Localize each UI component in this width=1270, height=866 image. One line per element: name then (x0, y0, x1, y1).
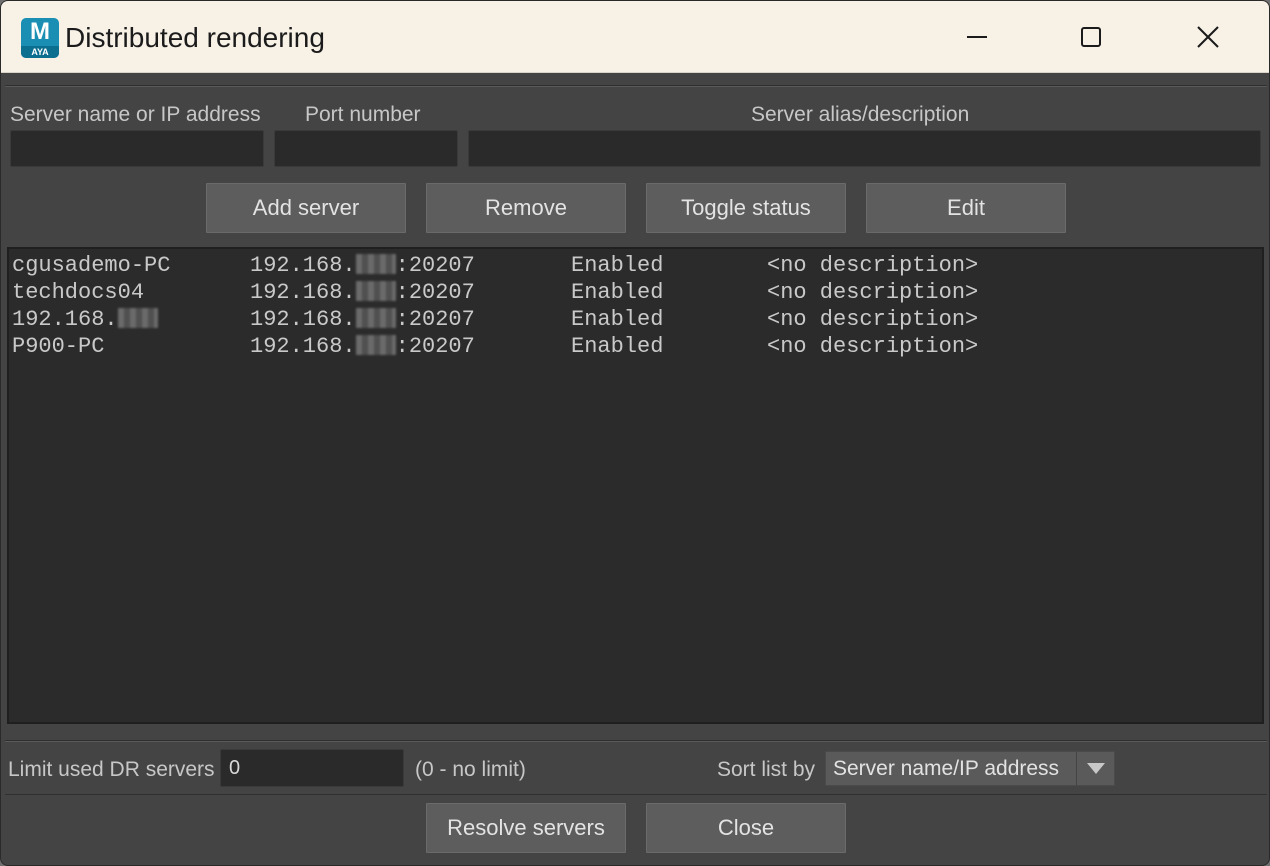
app-icon-sub: AYA (21, 46, 59, 58)
close-icon (1197, 26, 1219, 48)
distributed-rendering-window: M AYA Distributed rendering Server name … (0, 0, 1270, 866)
redacted-ip (355, 254, 396, 274)
sort-selected-value: Server name/IP address (833, 757, 1060, 780)
redacted-ip (355, 335, 396, 355)
server-address: 192.168. :20207 (250, 279, 475, 306)
server-address: 192.168. :20207 (250, 252, 475, 279)
minimize-button[interactable] (949, 11, 1005, 63)
ip-prefix: 192.168. (250, 280, 356, 305)
port: :20207 (395, 307, 475, 332)
divider (5, 86, 1267, 87)
maya-app-icon: M AYA (21, 18, 59, 58)
close-window-button[interactable] (1180, 11, 1236, 63)
server-list[interactable]: cgusademo-PC 192.168. :20207 Enabled <no … (7, 247, 1264, 724)
server-address: 192.168. :20207 (250, 333, 475, 360)
redacted-name (117, 308, 158, 328)
divider (5, 741, 1267, 742)
app-icon-letter: M (30, 18, 50, 45)
server-row[interactable]: cgusademo-PC 192.168. :20207 Enabled <no … (9, 252, 1262, 279)
server-status: Enabled (571, 253, 664, 278)
limit-dr-servers-label: Limit used DR servers (8, 758, 215, 781)
ip-prefix: 192.168. (250, 307, 356, 332)
server-alias-input[interactable] (468, 130, 1261, 167)
server-row[interactable]: P900-PC 192.168. :20207 Enabled <no descr… (9, 333, 1262, 360)
sort-list-label: Sort list by (717, 758, 816, 781)
server-status: Enabled (571, 334, 664, 359)
minimize-icon (967, 36, 987, 38)
server-name: P900-PC (12, 334, 105, 359)
server-name-label: Server name or IP address (10, 103, 261, 126)
window-title: Distributed rendering (65, 22, 325, 53)
title-bar: M AYA Distributed rendering (1, 1, 1269, 73)
chevron-down-icon (1087, 763, 1105, 774)
port: :20207 (395, 334, 475, 359)
server-name: cgusademo-PC (12, 253, 171, 278)
server-description: <no description> (767, 280, 979, 305)
server-status: Enabled (571, 280, 664, 305)
resolve-servers-button[interactable]: Resolve servers (426, 803, 626, 853)
port: :20207 (395, 253, 475, 278)
server-name: 192.168. (12, 306, 158, 333)
server-name-prefix: 192.168. (12, 307, 118, 332)
close-button[interactable]: Close (646, 803, 846, 853)
maximize-button[interactable] (1063, 11, 1119, 63)
server-description: <no description> (767, 307, 979, 332)
server-alias-label: Server alias/description (751, 103, 970, 126)
port-number-input[interactable] (274, 130, 458, 167)
redacted-ip (355, 281, 396, 301)
limit-hint: (0 - no limit) (415, 758, 526, 781)
divider (5, 794, 1267, 795)
add-server-button[interactable]: Add server (206, 183, 406, 233)
maximize-icon (1081, 27, 1101, 47)
dropdown-arrow[interactable] (1076, 752, 1114, 785)
server-row[interactable]: techdocs04 192.168. :20207 Enabled <no de… (9, 279, 1262, 306)
ip-prefix: 192.168. (250, 334, 356, 359)
port: :20207 (395, 280, 475, 305)
server-description: <no description> (767, 253, 979, 278)
sort-list-dropdown[interactable]: Server name/IP address (825, 751, 1115, 786)
remove-button[interactable]: Remove (426, 183, 626, 233)
server-description: <no description> (767, 334, 979, 359)
server-row[interactable]: 192.168. 192.168. :20207 Enabled <no desc… (9, 306, 1262, 333)
server-status: Enabled (571, 307, 664, 332)
server-address: 192.168. :20207 (250, 306, 475, 333)
port-number-label: Port number (305, 103, 421, 126)
toggle-status-button[interactable]: Toggle status (646, 183, 846, 233)
limit-dr-servers-input[interactable] (220, 749, 404, 787)
redacted-ip (355, 308, 396, 328)
server-name-input[interactable] (10, 130, 264, 167)
ip-prefix: 192.168. (250, 253, 356, 278)
server-name: techdocs04 (12, 280, 145, 305)
edit-button[interactable]: Edit (866, 183, 1066, 233)
